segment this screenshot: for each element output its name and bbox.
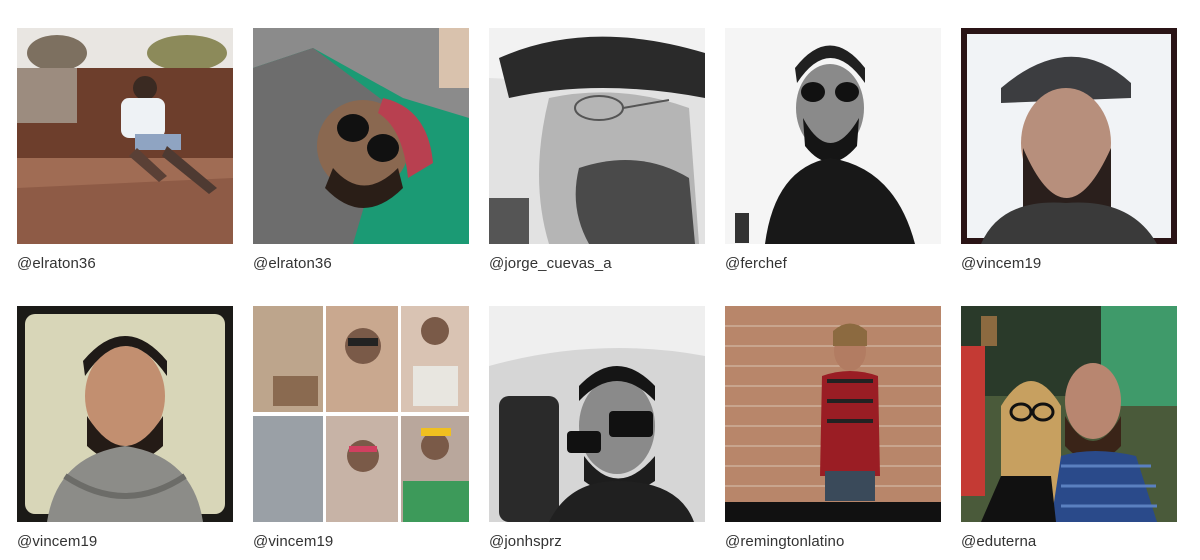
username-link[interactable]: @eduterna (961, 533, 1036, 550)
photo-card[interactable]: @vincem19 (961, 28, 1177, 272)
username-link[interactable]: @elraton36 (17, 255, 96, 272)
username-link[interactable]: @jorge_cuevas_a (489, 255, 612, 272)
photo-thumbnail[interactable] (489, 306, 705, 522)
photo-card[interactable]: @vincem19 (253, 306, 469, 550)
photo-card[interactable]: @vincem19 (17, 306, 233, 550)
photo-thumbnail[interactable] (961, 306, 1177, 522)
photo-thumbnail[interactable] (17, 28, 233, 244)
photo-thumbnail[interactable] (961, 28, 1177, 244)
username-link[interactable]: @vincem19 (253, 533, 333, 550)
photo-thumbnail[interactable] (725, 28, 941, 244)
photo-card[interactable]: @elraton36 (17, 28, 233, 272)
username-link[interactable]: @vincem19 (961, 255, 1041, 272)
photo-card[interactable]: @jorge_cuevas_a (489, 28, 705, 272)
photo-thumbnail[interactable] (253, 28, 469, 244)
photo-card[interactable]: @jonhsprz (489, 306, 705, 550)
username-link[interactable]: @jonhsprz (489, 533, 562, 550)
photo-card[interactable]: @eduterna (961, 306, 1177, 550)
photo-thumbnail[interactable] (489, 28, 705, 244)
username-link[interactable]: @remingtonlatino (725, 533, 844, 550)
username-link[interactable]: @ferchef (725, 255, 787, 272)
photo-grid: @elraton36 @elraton36 @jorge_cuevas_a @f… (0, 0, 1200, 560)
photo-thumbnail[interactable] (725, 306, 941, 522)
username-link[interactable]: @elraton36 (253, 255, 332, 272)
photo-card[interactable]: @ferchef (725, 28, 941, 272)
photo-thumbnail[interactable] (253, 306, 469, 522)
username-link[interactable]: @vincem19 (17, 533, 97, 550)
photo-card[interactable]: @elraton36 (253, 28, 469, 272)
photo-card[interactable]: @remingtonlatino (725, 306, 941, 550)
photo-thumbnail[interactable] (17, 306, 233, 522)
